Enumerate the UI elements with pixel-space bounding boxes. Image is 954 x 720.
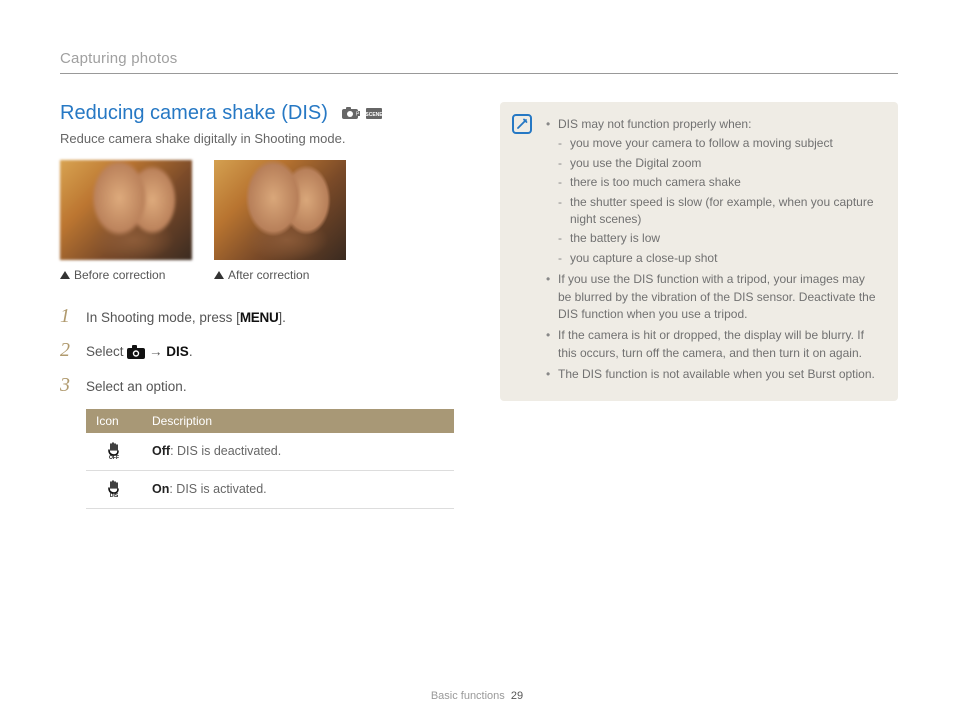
note-subitem: the shutter speed is slow (for example, … bbox=[558, 194, 880, 229]
menu-button-label: MENU bbox=[240, 310, 279, 325]
camera-mode-icon: P bbox=[342, 107, 360, 120]
svg-text:DIS: DIS bbox=[110, 493, 119, 497]
page-number: 29 bbox=[511, 690, 523, 702]
table-row: DIS On: DIS is activated. bbox=[86, 470, 454, 508]
note-subitem: you capture a close-up shot bbox=[558, 250, 880, 267]
note-item: The DIS function is not available when y… bbox=[546, 366, 880, 383]
before-photo bbox=[60, 160, 192, 260]
col-description: Description bbox=[142, 409, 454, 433]
title-text: Reducing camera shake (DIS) bbox=[60, 102, 328, 125]
note-subitem: there is too much camera shake bbox=[558, 174, 880, 191]
svg-text:OFF: OFF bbox=[109, 455, 119, 459]
triangle-up-icon bbox=[214, 271, 224, 279]
step-3: Select an option. bbox=[86, 377, 450, 397]
dis-off-icon: OFF bbox=[105, 441, 123, 459]
scene-mode-icon: SCENE bbox=[366, 108, 382, 119]
off-desc: Off: DIS is deactivated. bbox=[142, 433, 454, 471]
after-label: After correction bbox=[228, 268, 309, 282]
step-number-1: 1 bbox=[60, 306, 74, 326]
before-label: Before correction bbox=[74, 268, 165, 282]
step-1: In Shooting mode, press [MENU]. bbox=[86, 308, 450, 328]
step-number-2: 2 bbox=[60, 340, 74, 360]
note-item: If you use the DIS function with a tripo… bbox=[546, 271, 880, 323]
footer-section: Basic functions bbox=[431, 690, 505, 702]
note-icon bbox=[512, 114, 532, 134]
after-caption: After correction bbox=[214, 268, 346, 282]
note-item: DIS may not function properly when: you … bbox=[546, 116, 880, 267]
after-photo bbox=[214, 160, 346, 260]
before-caption: Before correction bbox=[60, 268, 192, 282]
on-desc: On: DIS is activated. bbox=[142, 470, 454, 508]
breadcrumb: Capturing photos bbox=[60, 50, 898, 74]
note-box: DIS may not function properly when: you … bbox=[500, 102, 898, 401]
triangle-up-icon bbox=[60, 271, 70, 279]
dis-on-icon: DIS bbox=[105, 479, 123, 497]
options-table: Icon Description OFF Off: DIS is deactiv… bbox=[86, 409, 454, 509]
page-footer: Basic functions 29 bbox=[0, 690, 954, 702]
note-item: If the camera is hit or dropped, the dis… bbox=[546, 327, 880, 362]
step-2: Select → DIS. bbox=[86, 342, 450, 362]
note-subitem: you use the Digital zoom bbox=[558, 155, 880, 172]
col-icon: Icon bbox=[86, 409, 142, 433]
note-subitem: you move your camera to follow a moving … bbox=[558, 135, 880, 152]
table-row: OFF Off: DIS is deactivated. bbox=[86, 433, 454, 471]
svg-text:SCENE: SCENE bbox=[366, 112, 382, 118]
step-number-3: 3 bbox=[60, 375, 74, 395]
section-title: Reducing camera shake (DIS) P SCENE bbox=[60, 102, 450, 125]
dis-label: DIS bbox=[166, 344, 189, 359]
section-subtitle: Reduce camera shake digitally in Shootin… bbox=[60, 131, 450, 146]
camera-icon bbox=[127, 345, 145, 359]
note-subitem: the battery is low bbox=[558, 230, 880, 247]
